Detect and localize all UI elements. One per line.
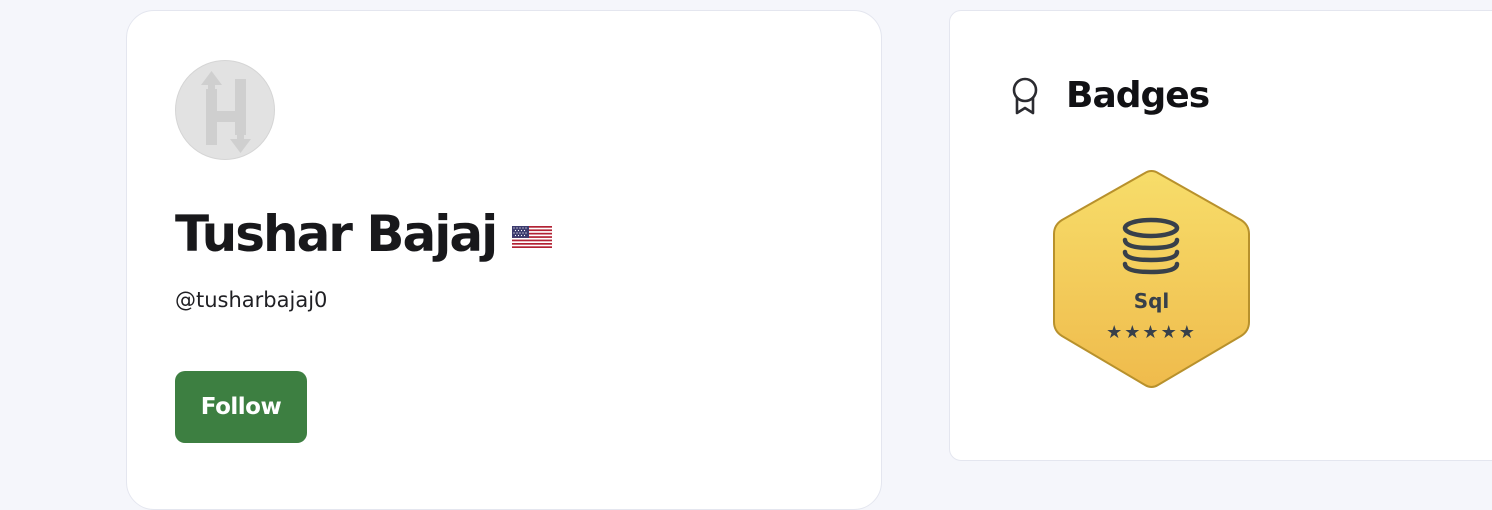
badge-sql[interactable]: Sql ★★★★★: [1051, 168, 1252, 390]
award-ribbon-icon: [1012, 77, 1038, 114]
avatar[interactable]: [175, 60, 275, 160]
profile-card: Tushar Bajaj @tusharbajaj0 Follow: [126, 10, 882, 510]
badges-title: Badges: [1066, 75, 1210, 116]
profile-username: @tusharbajaj0: [175, 288, 328, 312]
badges-header: Badges: [1008, 75, 1210, 116]
name-row: Tushar Bajaj: [175, 204, 553, 264]
badge-label: Sql: [1133, 289, 1170, 313]
badge-hexagon: [1053, 169, 1250, 388]
follow-button[interactable]: Follow: [175, 371, 307, 443]
badges-card: Badges Sql ★★★★★: [949, 10, 1492, 461]
us-flag-icon: [512, 226, 553, 248]
profile-name: Tushar Bajaj: [175, 205, 498, 263]
badge-stars: ★★★★★: [1106, 322, 1197, 342]
hackerrank-h-icon: [201, 71, 251, 153]
database-icon: [1122, 217, 1180, 275]
